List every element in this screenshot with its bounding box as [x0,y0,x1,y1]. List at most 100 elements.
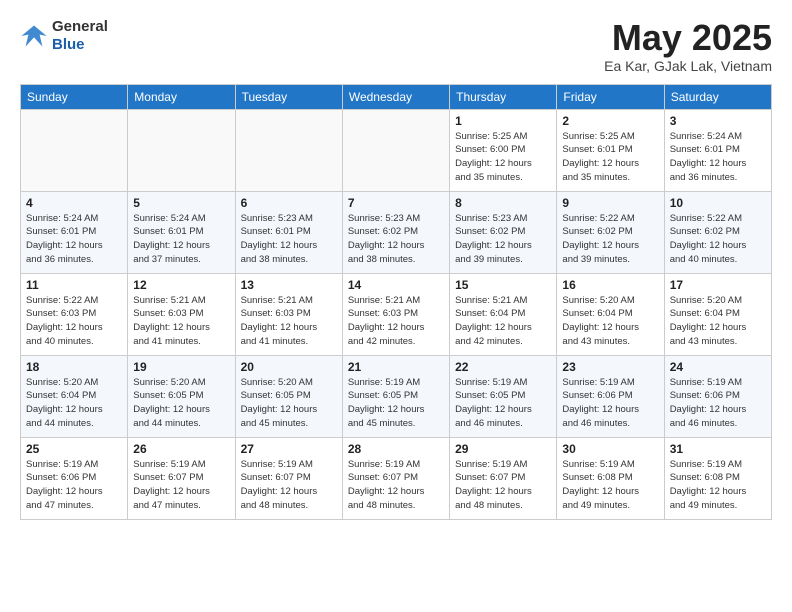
calendar-cell: 31 Sunrise: 5:19 AM Sunset: 6:08 PM Dayli… [664,437,771,519]
day-info: Sunrise: 5:19 AM Sunset: 6:08 PM Dayligh… [670,458,766,513]
day-number: 28 [348,442,444,456]
day-info: Sunrise: 5:19 AM Sunset: 6:05 PM Dayligh… [455,376,551,431]
calendar-cell: 6 Sunrise: 5:23 AM Sunset: 6:01 PM Daylig… [235,191,342,273]
logo: General Blue [20,18,108,54]
day-info: Sunrise: 5:21 AM Sunset: 6:03 PM Dayligh… [241,294,337,349]
calendar-cell: 29Sunrise: 5:19 AM Sunset: 6:07 PM Dayli… [450,437,557,519]
day-info: Sunrise: 5:21 AM Sunset: 6:03 PM Dayligh… [348,294,444,349]
title-area: May 2025 Ea Kar, GJak Lak, Vietnam [604,18,772,74]
day-info: Sunrise: 5:24 AM Sunset: 6:01 PM Dayligh… [133,212,229,267]
day-info: Sunrise: 5:23 AM Sunset: 6:01 PM Dayligh… [241,212,337,267]
calendar-cell [342,109,449,191]
calendar-cell: 22 Sunrise: 5:19 AM Sunset: 6:05 PM Dayli… [450,355,557,437]
day-info: Sunrise: 5:25 AM Sunset: 6:00 PM Dayligh… [455,130,551,185]
col-header-saturday: Saturday [664,84,771,109]
day-number: 12 [133,278,229,292]
day-number: 2 [562,114,658,128]
calendar-cell: 16Sunrise: 5:20 AM Sunset: 6:04 PM Dayli… [557,273,664,355]
location-subtitle: Ea Kar, GJak Lak, Vietnam [604,58,772,74]
calendar-cell: 15 Sunrise: 5:21 AM Sunset: 6:04 PM Dayli… [450,273,557,355]
calendar-cell: 5 Sunrise: 5:24 AM Sunset: 6:01 PM Daylig… [128,191,235,273]
calendar-cell: 2 Sunrise: 5:25 AM Sunset: 6:01 PM Daylig… [557,109,664,191]
calendar-cell: 10 Sunrise: 5:22 AM Sunset: 6:02 PM Dayli… [664,191,771,273]
day-number: 24 [670,360,766,374]
calendar-week-row: 25 Sunrise: 5:19 AM Sunset: 6:06 PM Dayli… [21,437,772,519]
day-info: Sunrise: 5:25 AM Sunset: 6:01 PM Dayligh… [562,130,658,185]
logo-text: General Blue [52,18,108,54]
calendar-cell: 3 Sunrise: 5:24 AM Sunset: 6:01 PM Daylig… [664,109,771,191]
day-info: Sunrise: 5:21 AM Sunset: 6:04 PM Dayligh… [455,294,551,349]
calendar-cell: 26 Sunrise: 5:19 AM Sunset: 6:07 PM Dayli… [128,437,235,519]
calendar-cell: 1 Sunrise: 5:25 AM Sunset: 6:00 PM Daylig… [450,109,557,191]
day-number: 22 [455,360,551,374]
day-number: 3 [670,114,766,128]
logo-blue: Blue [52,36,108,54]
day-number: 10 [670,196,766,210]
day-number: 1 [455,114,551,128]
day-number: 31 [670,442,766,456]
day-info: Sunrise: 5:20 AM Sunset: 6:05 PM Dayligh… [241,376,337,431]
calendar-cell [235,109,342,191]
col-header-wednesday: Wednesday [342,84,449,109]
col-header-monday: Monday [128,84,235,109]
day-number: 21 [348,360,444,374]
day-number: 5 [133,196,229,210]
calendar-week-row: 18 Sunrise: 5:20 AM Sunset: 6:04 PM Dayli… [21,355,772,437]
page: General Blue May 2025 Ea Kar, GJak Lak, … [0,0,792,612]
day-number: 11 [26,278,122,292]
day-info: Sunrise: 5:20 AM Sunset: 6:04 PM Dayligh… [670,294,766,349]
day-number: 18 [26,360,122,374]
day-info: Sunrise: 5:22 AM Sunset: 6:02 PM Dayligh… [562,212,658,267]
day-number: 25 [26,442,122,456]
day-number: 15 [455,278,551,292]
day-info: Sunrise: 5:23 AM Sunset: 6:02 PM Dayligh… [455,212,551,267]
calendar-cell: 7 Sunrise: 5:23 AM Sunset: 6:02 PM Daylig… [342,191,449,273]
day-number: 6 [241,196,337,210]
calendar-cell: 25 Sunrise: 5:19 AM Sunset: 6:06 PM Dayli… [21,437,128,519]
day-number: 20 [241,360,337,374]
day-number: 14 [348,278,444,292]
calendar-cell: 4Sunrise: 5:24 AM Sunset: 6:01 PM Daylig… [21,191,128,273]
day-info: Sunrise: 5:20 AM Sunset: 6:05 PM Dayligh… [133,376,229,431]
day-number: 26 [133,442,229,456]
calendar-cell: 18 Sunrise: 5:20 AM Sunset: 6:04 PM Dayli… [21,355,128,437]
day-number: 9 [562,196,658,210]
day-number: 17 [670,278,766,292]
day-info: Sunrise: 5:19 AM Sunset: 6:07 PM Dayligh… [133,458,229,513]
day-info: Sunrise: 5:19 AM Sunset: 6:06 PM Dayligh… [26,458,122,513]
header: General Blue May 2025 Ea Kar, GJak Lak, … [20,18,772,74]
calendar-cell: 28Sunrise: 5:19 AM Sunset: 6:07 PM Dayli… [342,437,449,519]
day-info: Sunrise: 5:22 AM Sunset: 6:03 PM Dayligh… [26,294,122,349]
calendar-cell: 23Sunrise: 5:19 AM Sunset: 6:06 PM Dayli… [557,355,664,437]
calendar-week-row: 1 Sunrise: 5:25 AM Sunset: 6:00 PM Daylig… [21,109,772,191]
day-info: Sunrise: 5:22 AM Sunset: 6:02 PM Dayligh… [670,212,766,267]
day-number: 30 [562,442,658,456]
calendar-week-row: 4Sunrise: 5:24 AM Sunset: 6:01 PM Daylig… [21,191,772,273]
day-number: 13 [241,278,337,292]
day-number: 27 [241,442,337,456]
logo-general: General [52,18,108,36]
day-info: Sunrise: 5:19 AM Sunset: 6:07 PM Dayligh… [241,458,337,513]
calendar-cell: 27 Sunrise: 5:19 AM Sunset: 6:07 PM Dayli… [235,437,342,519]
day-info: Sunrise: 5:24 AM Sunset: 6:01 PM Dayligh… [670,130,766,185]
calendar-cell: 24Sunrise: 5:19 AM Sunset: 6:06 PM Dayli… [664,355,771,437]
day-info: Sunrise: 5:23 AM Sunset: 6:02 PM Dayligh… [348,212,444,267]
calendar-cell: 17 Sunrise: 5:20 AM Sunset: 6:04 PM Dayli… [664,273,771,355]
calendar-cell: 21Sunrise: 5:19 AM Sunset: 6:05 PM Dayli… [342,355,449,437]
col-header-friday: Friday [557,84,664,109]
day-info: Sunrise: 5:19 AM Sunset: 6:08 PM Dayligh… [562,458,658,513]
month-year-title: May 2025 [604,18,772,58]
day-number: 8 [455,196,551,210]
day-number: 7 [348,196,444,210]
day-number: 19 [133,360,229,374]
col-header-sunday: Sunday [21,84,128,109]
day-info: Sunrise: 5:20 AM Sunset: 6:04 PM Dayligh… [26,376,122,431]
logo-bird-icon [20,22,48,50]
calendar-cell: 20 Sunrise: 5:20 AM Sunset: 6:05 PM Dayli… [235,355,342,437]
day-info: Sunrise: 5:24 AM Sunset: 6:01 PM Dayligh… [26,212,122,267]
calendar-week-row: 11 Sunrise: 5:22 AM Sunset: 6:03 PM Dayli… [21,273,772,355]
day-info: Sunrise: 5:20 AM Sunset: 6:04 PM Dayligh… [562,294,658,349]
col-header-tuesday: Tuesday [235,84,342,109]
calendar-cell: 9 Sunrise: 5:22 AM Sunset: 6:02 PM Daylig… [557,191,664,273]
calendar-header-row: SundayMondayTuesdayWednesdayThursdayFrid… [21,84,772,109]
